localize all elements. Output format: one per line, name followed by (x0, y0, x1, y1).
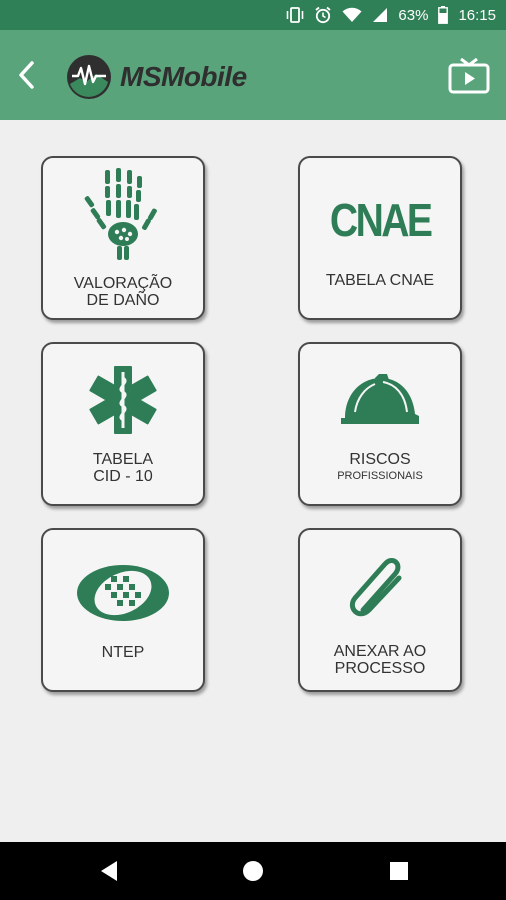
tile-label-line1: RISCOS (349, 451, 411, 468)
tile-label: ANEXAR AO PROCESSO (300, 643, 460, 677)
back-button[interactable] (12, 58, 40, 92)
nav-home-icon (243, 861, 263, 881)
tile-label-line1: TABELA CNAE (325, 272, 435, 289)
cnae-logo-text: CNAE (329, 194, 433, 246)
hard-hat-icon (300, 372, 460, 428)
vibrate-icon (286, 7, 304, 23)
nav-back-button[interactable] (94, 856, 124, 886)
tile-label: RISCOS PROFISSIONAIS (300, 451, 460, 485)
tile-label-small: PROFISSIONAIS (337, 470, 423, 482)
logo-mark-icon (67, 55, 111, 99)
cnae-logo-icon: CNAE (300, 196, 460, 244)
alarm-icon (314, 6, 332, 24)
tv-button[interactable] (448, 57, 490, 94)
nav-back-icon (101, 861, 117, 881)
tv-icon (448, 57, 490, 94)
tile-valoracao-de-dano[interactable]: VALORAÇÃO DE DAÑO (41, 156, 205, 320)
back-arrow-icon (19, 61, 34, 89)
tile-ntep[interactable]: NTEP (41, 528, 205, 692)
star-of-life-icon (43, 364, 203, 436)
tile-label-line1: TABELA (92, 451, 154, 468)
tile-label-line2: DE DAÑO (86, 292, 160, 309)
tile-tabela-cnae[interactable]: CNAE TABELA CNAE (298, 156, 462, 320)
battery-percent: 63% (398, 6, 429, 24)
tile-label-line1: VALORAÇÃO (73, 275, 173, 292)
tile-anexar-ao-processo[interactable]: ANEXAR AO PROCESSO (298, 528, 462, 692)
wifi-icon (342, 7, 362, 23)
tile-label-line2: CID - 10 (93, 468, 153, 485)
clock-time: 16:15 (458, 6, 496, 24)
tile-label: VALORAÇÃO DE DAÑO (43, 275, 203, 309)
tile-label: TABELA CNAE (300, 272, 460, 289)
hand-bones-icon (43, 168, 203, 260)
app-title: MSMobile (120, 61, 247, 92)
tile-label-line1: NTEP (101, 644, 145, 661)
nav-recents-icon (390, 862, 408, 880)
tile-tabela-cid-10[interactable]: TABELA CID - 10 (41, 342, 205, 506)
battery-icon (438, 6, 449, 24)
paperclip-icon (300, 552, 460, 622)
app-logo: MSMobile (66, 52, 266, 102)
tile-label-line2: PROCESSO (334, 660, 426, 677)
status-bar: 63% 16:15 (0, 0, 506, 30)
tile-label: TABELA CID - 10 (43, 451, 203, 485)
tile-label: NTEP (43, 644, 203, 661)
system-nav-bar (0, 842, 506, 900)
app-bar: MSMobile (0, 30, 506, 120)
nav-recents-button[interactable] (384, 856, 414, 886)
nav-home-button[interactable] (238, 856, 268, 886)
ntep-logo-icon (43, 562, 203, 624)
tile-label-line1: ANEXAR AO (333, 643, 427, 660)
status-icons: 63% 16:15 (286, 0, 496, 30)
signal-icon (372, 7, 388, 23)
tile-riscos-profissionais[interactable]: RISCOS PROFISSIONAIS (298, 342, 462, 506)
